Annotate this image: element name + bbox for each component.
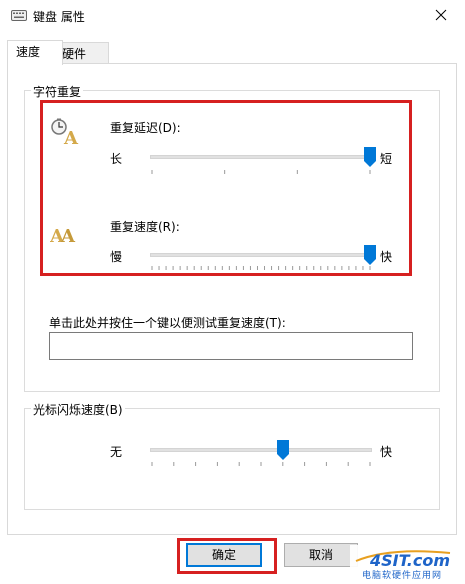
watermark-logo: 4SIT.com 电脑软硬件应用网 (350, 545, 465, 581)
char-repeat-group-title: 字符重复 (31, 83, 84, 100)
highlight-box-repeat (40, 100, 412, 276)
cursor-blink-max-label: 快 (380, 445, 393, 459)
cursor-blink-group: 光标闪烁速度(B) (24, 401, 440, 510)
cursor-blink-slider[interactable] (150, 448, 372, 452)
cursor-blink-slider-thumb[interactable] (276, 440, 289, 460)
repeat-test-label: 单击此处并按住一个键以便测试重复速度(T): (49, 316, 286, 330)
watermark-tagline: 电脑软硬件应用网 (362, 569, 442, 581)
svg-text:4SIT.com: 4SIT.com (369, 551, 450, 570)
window-title: 键盘 属性 (33, 10, 85, 24)
tab-speed[interactable]: 速度 (7, 40, 63, 65)
repeat-test-input[interactable] (49, 332, 413, 360)
cancel-button[interactable]: 取消 (284, 543, 358, 567)
cursor-blink-group-title: 光标闪烁速度(B) (31, 401, 125, 418)
close-icon (435, 9, 447, 21)
cursor-blink-min-label: 无 (110, 445, 123, 459)
cursor-blink-ticks (151, 462, 371, 466)
close-button[interactable] (421, 0, 461, 30)
highlight-box-ok (177, 538, 277, 574)
keyboard-icon (11, 10, 27, 21)
title-bar: 键盘 属性 (0, 0, 465, 32)
